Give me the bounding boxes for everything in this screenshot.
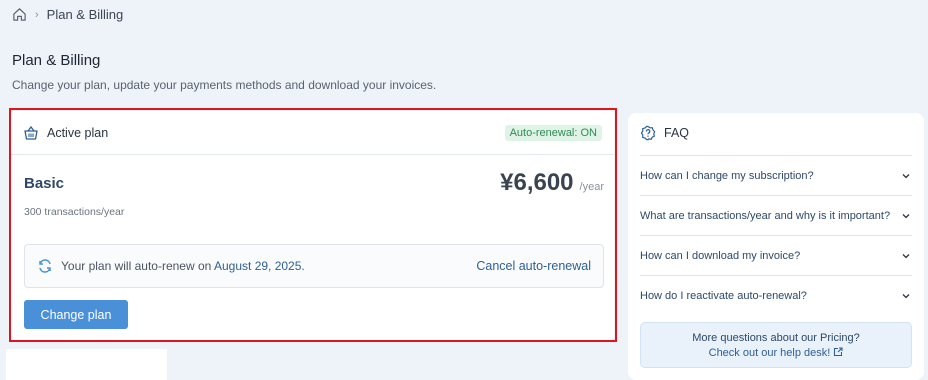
- auto-renewal-badge: Auto-renewal: ON: [504, 124, 602, 141]
- faq-question: How can I change my subscription?: [640, 169, 814, 182]
- help-desk-link-label: Check out our help desk!: [708, 347, 831, 359]
- panel-fragment: [6, 349, 167, 380]
- page-title: Plan & Billing: [12, 52, 101, 69]
- home-icon[interactable]: [12, 7, 27, 22]
- change-plan-button[interactable]: Change plan: [24, 300, 128, 329]
- cancel-auto-renewal-link[interactable]: Cancel auto-renewal: [476, 259, 591, 273]
- faq-item[interactable]: How do I reactivate auto-renewal?: [640, 275, 912, 315]
- auto-renew-notice: Your plan will auto-renew on August 29, …: [24, 244, 604, 288]
- active-plan-card: Active plan Auto-renewal: ON Basic ¥6,60…: [11, 111, 614, 340]
- chevron-down-icon: [900, 290, 912, 302]
- price-amount: ¥6,600: [500, 169, 574, 196]
- external-link-icon: [833, 347, 843, 362]
- breadcrumb: › Plan & Billing: [12, 7, 123, 22]
- plan-name: Basic: [24, 175, 65, 192]
- breadcrumb-separator-icon: ›: [35, 8, 39, 21]
- faq-title: FAQ: [664, 126, 690, 140]
- chevron-down-icon: [900, 170, 912, 182]
- refresh-icon: [37, 258, 53, 274]
- chevron-down-icon: [900, 250, 912, 262]
- faq-item[interactable]: What are transactions/year and why is it…: [640, 195, 912, 235]
- help-title: More questions about our Pricing?: [692, 332, 860, 344]
- pricing-help-box: More questions about our Pricing? Check …: [640, 322, 912, 368]
- price-period: /year: [579, 181, 604, 193]
- faq-question: How do I reactivate auto-renewal?: [640, 289, 807, 302]
- active-plan-title: Active plan: [47, 125, 109, 140]
- renew-date: August 29, 2025.: [214, 259, 305, 273]
- renew-text: Your plan will auto-renew on August 29, …: [61, 259, 305, 273]
- faq-header: FAQ: [628, 113, 924, 153]
- active-plan-header: Active plan Auto-renewal: ON: [11, 111, 614, 155]
- help-desk-link[interactable]: Check out our help desk!: [641, 346, 911, 362]
- faq-question: How can I download my invoice?: [640, 249, 801, 262]
- page-subtitle: Change your plan, update your payments m…: [12, 78, 437, 92]
- faq-card: FAQ How can I change my subscription? Wh…: [628, 113, 924, 380]
- faq-question: What are transactions/year and why is it…: [640, 209, 891, 222]
- plan-price: ¥6,600 /year: [500, 169, 604, 197]
- chevron-down-icon: [900, 210, 912, 222]
- faq-item[interactable]: How can I change my subscription?: [640, 155, 912, 195]
- question-badge-icon: [640, 125, 656, 141]
- basket-icon: [23, 125, 39, 141]
- breadcrumb-current: Plan & Billing: [46, 7, 124, 22]
- plan-transactions: 300 transactions/year: [24, 206, 125, 218]
- faq-item[interactable]: How can I download my invoice?: [640, 235, 912, 275]
- renew-text-label: Your plan will auto-renew on: [61, 259, 212, 273]
